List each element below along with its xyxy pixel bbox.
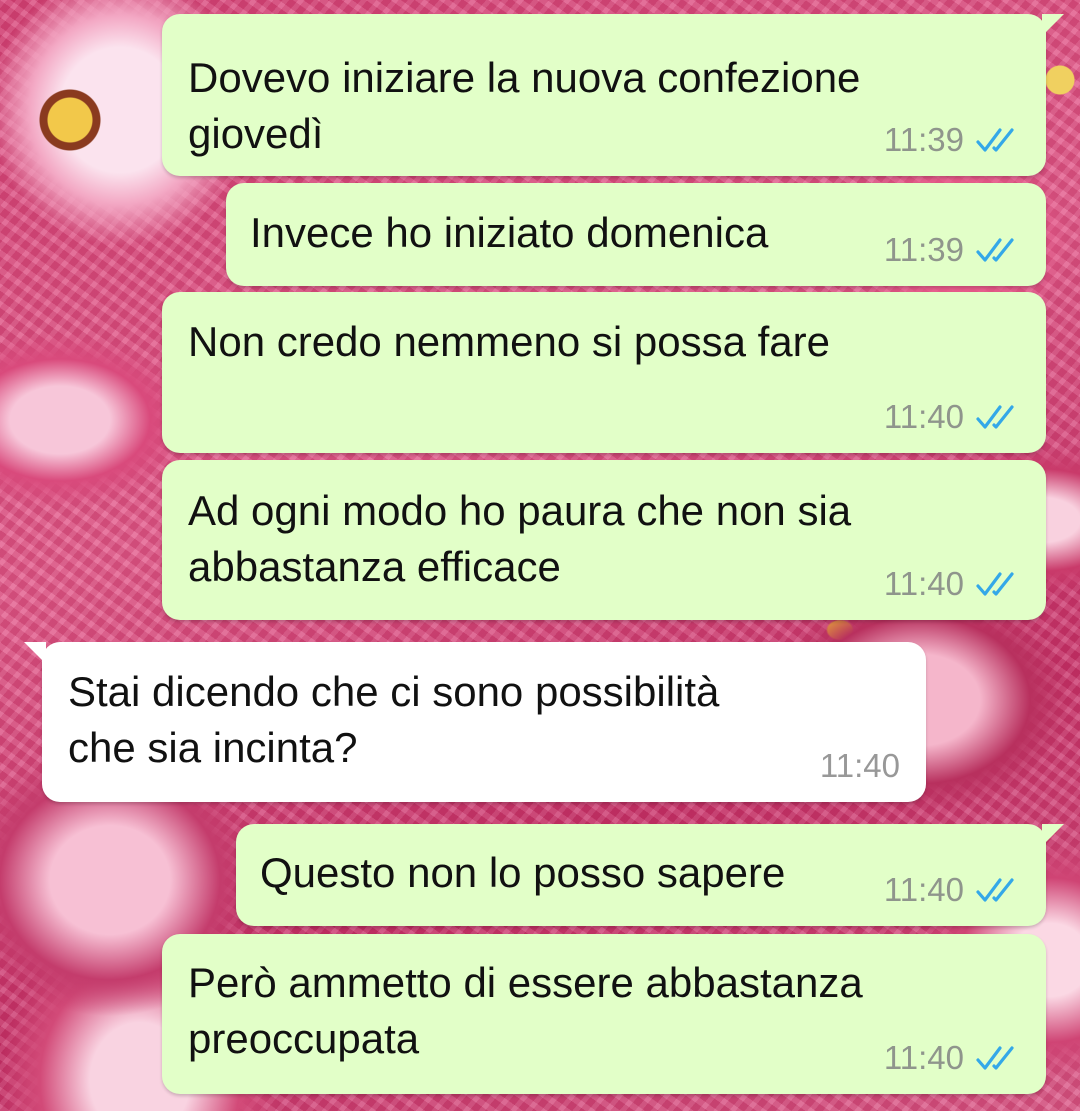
message-meta: 11:40 (884, 566, 1022, 602)
message-bubble-incoming[interactable]: Stai dicendo che ci sono possibilità che… (24, 642, 926, 802)
message-text: Non credo nemmeno si possa fare (188, 318, 830, 365)
message-meta: 11:40 (884, 1040, 1022, 1076)
message-text: Questo non lo posso sapere (260, 849, 786, 896)
message-bubble-outgoing[interactable]: Ad ogni modo ho paura che non sia abbast… (162, 460, 1046, 620)
message-meta: 11:40 (884, 872, 1022, 908)
double-check-icon (976, 238, 1014, 262)
message-bubble-outgoing[interactable]: Invece ho iniziato domenica 11:39 (226, 183, 1046, 286)
message-time: 11:40 (883, 398, 964, 435)
message-time: 11:39 (883, 231, 964, 268)
message-text: Stai dicendo che ci sono possibilità che… (68, 668, 720, 771)
bubble-tail (1042, 14, 1064, 36)
message-time: 11:40 (883, 565, 964, 602)
message-bubble-outgoing[interactable]: Non credo nemmeno si possa fare 11:40 (162, 292, 1046, 453)
message-meta: 11:40 (884, 399, 1022, 435)
bubble-tail (24, 642, 46, 664)
double-check-icon (976, 405, 1014, 429)
message-meta: 11:39 (884, 232, 1022, 268)
message-bubble-outgoing[interactable]: Dovevo iniziare la nuova confezione giov… (162, 14, 1064, 176)
message-meta: 11:39 (884, 122, 1022, 158)
double-check-icon (976, 128, 1014, 152)
message-time: 11:39 (883, 121, 964, 158)
message-meta: 11:40 (820, 748, 900, 784)
message-text: Però ammetto di essere abbastanza preocc… (188, 959, 863, 1062)
message-bubble-outgoing[interactable]: Questo non lo posso sapere 11:40 (236, 824, 1064, 926)
double-check-icon (976, 878, 1014, 902)
bubble-tail (1042, 824, 1064, 846)
double-check-icon (976, 572, 1014, 596)
message-text: Invece ho iniziato domenica (250, 209, 769, 256)
message-text: Dovevo iniziare la nuova confezione giov… (188, 54, 861, 157)
message-time: 11:40 (883, 871, 964, 908)
double-check-icon (976, 1046, 1014, 1070)
message-text: Ad ogni modo ho paura che non sia abbast… (188, 487, 852, 590)
message-time: 11:40 (819, 747, 900, 784)
message-bubble-outgoing[interactable]: Però ammetto di essere abbastanza preocc… (162, 934, 1046, 1094)
message-time: 11:40 (883, 1039, 964, 1076)
